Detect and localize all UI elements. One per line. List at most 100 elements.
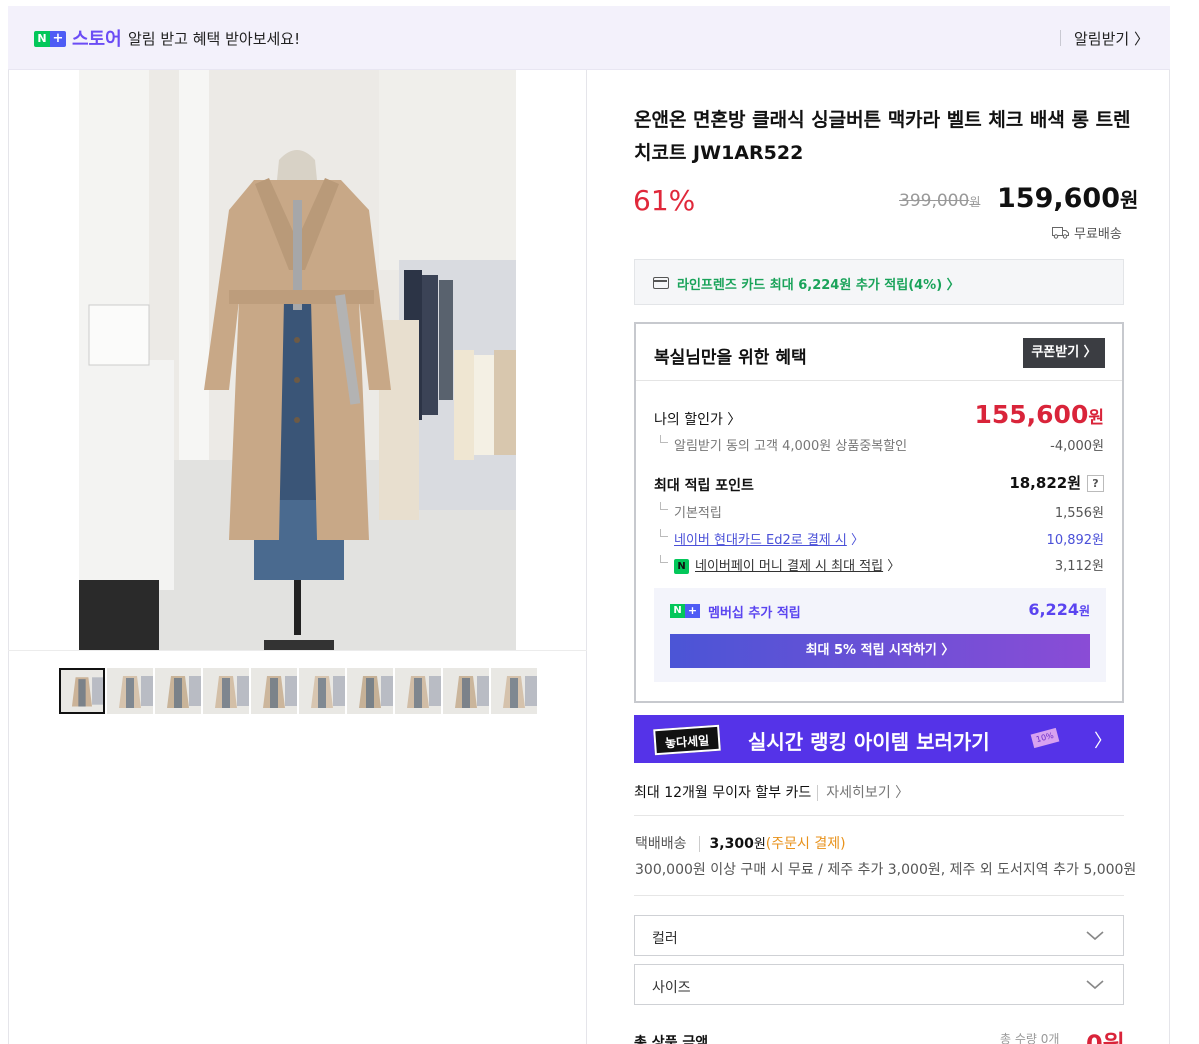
section-divider (634, 895, 1124, 896)
membership-amount: 6,224 (1028, 600, 1079, 619)
total-price-label: 총 상품 금액 (634, 1035, 709, 1044)
installment-info: 최대 12개월 무이자 할부 카드 자세히보기 〉 (634, 782, 910, 802)
nplus-n-badge: N (34, 31, 50, 47)
ranking-banner[interactable]: 놓다세일 실시간 랭킹 아이템 보러가기 10% 〉 (634, 715, 1124, 763)
my-price-label[interactable]: 나의 할인가 〉 (654, 409, 741, 429)
alarm-button[interactable]: 알림받기 〉 (1074, 28, 1149, 49)
thumbnail-divider (8, 650, 587, 651)
nplus-store-logo: N + (34, 31, 66, 47)
thumbnail-image (107, 668, 153, 714)
max-point-label: 최대 적립 포인트 (654, 478, 754, 494)
card-point-row[interactable]: 네이버 현대카드 Ed2로 결제 시 〉 (674, 529, 864, 548)
product-thumbnail[interactable] (155, 668, 201, 714)
product-thumbnail[interactable] (395, 668, 441, 714)
original-price: 399,000원 (899, 191, 980, 211)
thumbnail-image (299, 668, 345, 714)
delivery-fee: 3,300원 (710, 836, 766, 852)
size-select-label: 사이즈 (652, 980, 691, 996)
membership-start-button[interactable]: 최대 5% 적립 시작하기 〉 (670, 634, 1090, 668)
ranking-banner-text: 실시간 랭킹 아이템 보러가기 (748, 730, 990, 754)
size-select[interactable]: 사이즈 (634, 964, 1124, 1005)
color-select[interactable]: 컬러 (634, 915, 1124, 956)
thumbnail-image (443, 668, 489, 714)
thumbnail-image (347, 668, 393, 714)
chevron-down-icon (1086, 980, 1104, 990)
nplus-plus-badge: + (685, 604, 700, 618)
max-point-value: 18,822원 (1009, 474, 1081, 492)
product-thumbnail[interactable] (251, 668, 297, 714)
thumbnail-strip (59, 668, 537, 714)
delivery-payment: (주문시 결제) (765, 836, 846, 852)
membership-value: 6,224원 (1028, 600, 1090, 619)
nplus-n-badge: N (670, 604, 685, 618)
thumbnail-image (203, 668, 249, 714)
product-thumbnail[interactable] (347, 668, 393, 714)
membership-unit: 원 (1078, 604, 1090, 618)
delivery-note: 300,000원 이상 구매 시 무료 / 제주 추가 3,000원, 제주 외… (635, 862, 1137, 878)
delivery-fee-value: 3,300 (709, 836, 754, 852)
notification-banner: N + 스토어 알림 받고 혜택 받아보세요! 알림받기 〉 (8, 6, 1170, 70)
card-promotion-box[interactable]: 라인프렌즈 카드 최대 6,224원 추가 적립(4%) 〉 (634, 259, 1124, 305)
banner-message: 알림 받고 혜택 받아보세요! (128, 30, 301, 48)
basic-point-value: 1,556원 (1054, 506, 1104, 521)
card-point-link[interactable]: 네이버 현대카드 Ed2로 결제 시 (674, 533, 847, 548)
chevron-down-icon (1086, 931, 1104, 941)
my-price-unit: 원 (1088, 408, 1104, 428)
npay-point-chevron: 〉 (887, 559, 901, 574)
main-product-image[interactable] (79, 70, 516, 650)
tree-connector (660, 435, 668, 443)
npay-point-link[interactable]: 네이버페이 머니 결제 시 최대 적립 (695, 559, 883, 574)
card-promotion-text[interactable]: 라인프렌즈 카드 최대 6,224원 추가 적립(4%) 〉 (677, 274, 960, 293)
max-point-row: 18,822원? (1009, 472, 1104, 493)
card-point-chevron: 〉 (850, 533, 864, 548)
product-thumbnail[interactable] (491, 668, 537, 714)
discount-rate: 61% (633, 184, 696, 217)
tree-connector (660, 502, 668, 510)
original-price-unit: 원 (969, 195, 981, 209)
card-point-value: 10,892원 (1046, 533, 1104, 548)
nplus-membership-icon: N + (670, 604, 700, 618)
section-divider (634, 815, 1124, 816)
discount-amount: -4,000원 (1050, 439, 1104, 454)
delivery-type: 택배배송 (635, 836, 700, 852)
free-shipping-label: 무료배송 (1074, 227, 1122, 242)
tree-connector (660, 555, 668, 563)
sale-event-logo: 놓다세일 (653, 724, 721, 756)
my-price-value: 155,600 (974, 400, 1089, 429)
benefit-divider (636, 380, 1122, 381)
thumbnail-image (491, 668, 537, 714)
total-amount: 0원 (1086, 1030, 1125, 1044)
store-label: 스토어 (72, 29, 122, 50)
product-thumbnail[interactable] (59, 668, 105, 714)
product-thumbnail[interactable] (299, 668, 345, 714)
product-thumbnail[interactable] (443, 668, 489, 714)
discount-note: 알림받기 동의 고객 4,000원 상품중복할인 (674, 439, 908, 454)
credit-card-icon (653, 277, 669, 289)
coupon-tag-icon: 10% (1030, 727, 1060, 749)
delivery-info: 택배배송 3,300원(주문시 결제) (635, 833, 846, 853)
npay-point-row[interactable]: N 네이버페이 머니 결제 시 최대 적립 〉 (674, 555, 900, 574)
thumbnail-image (61, 670, 103, 712)
sale-price-value: 159,600 (997, 183, 1120, 214)
thumbnail-image (155, 668, 201, 714)
membership-box: N + 멤버십 추가 적립 6,224원 최대 5% 적립 시작하기 〉 (654, 588, 1106, 682)
installment-detail-link[interactable]: 자세히보기 〉 (817, 785, 910, 801)
total-quantity: 총 수량 0개 (1000, 1032, 1060, 1044)
delivery-fee-unit: 원 (753, 837, 766, 852)
product-title: 온앤온 면혼방 클래식 싱글버튼 맥카라 벨트 체크 배색 롱 트렌치코트 JW… (634, 109, 1131, 164)
sale-price-unit: 원 (1119, 188, 1139, 212)
help-icon[interactable]: ? (1087, 475, 1104, 492)
product-thumbnail[interactable] (203, 668, 249, 714)
banner-divider (1060, 30, 1061, 46)
sale-price: 159,600원 (997, 183, 1138, 214)
product-thumbnail[interactable] (107, 668, 153, 714)
thumbnail-image (251, 668, 297, 714)
chevron-right-icon: 〉 (1094, 731, 1112, 752)
truck-icon (1052, 227, 1069, 239)
color-select-label: 컬러 (652, 931, 678, 947)
thumbnail-image (395, 668, 441, 714)
coupon-button[interactable]: 쿠폰받기 〉 (1023, 338, 1105, 368)
npay-icon: N (674, 559, 689, 574)
nplus-plus-badge: + (50, 31, 66, 47)
tree-connector (660, 529, 668, 537)
